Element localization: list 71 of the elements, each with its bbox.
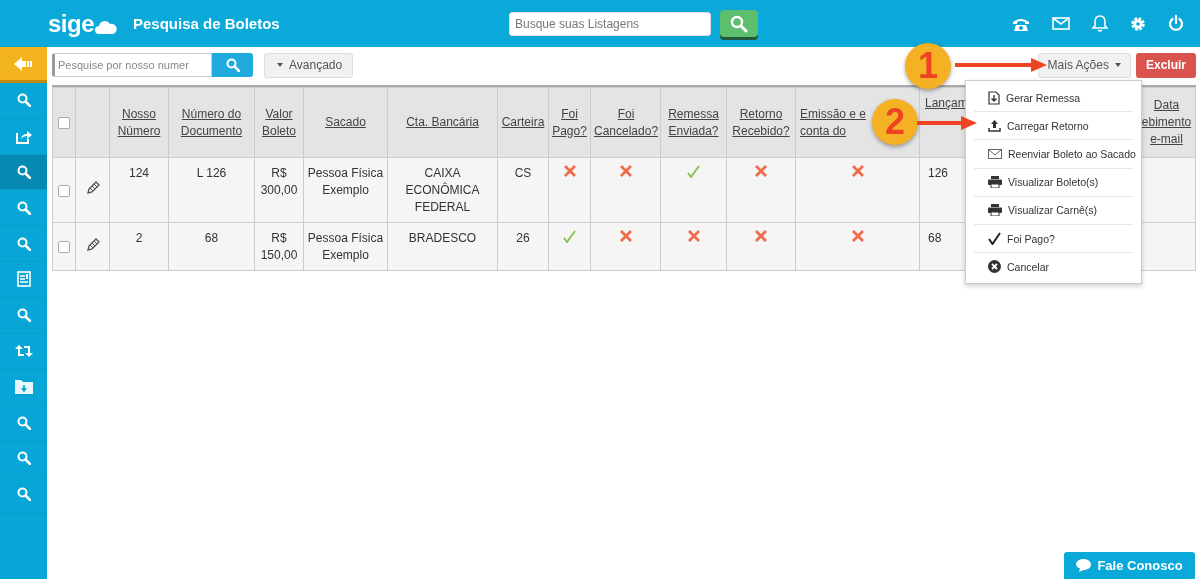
more-actions-button[interactable]: Mais Ações: [1037, 52, 1131, 78]
table-cell: R$ 300,00: [260, 166, 298, 197]
table-cell: 124: [129, 166, 149, 180]
column-header[interactable]: Sacado: [325, 114, 366, 131]
search-button[interactable]: [720, 10, 758, 37]
search-icon: [16, 415, 31, 430]
table-cell: Pessoa Física Exemplo: [307, 231, 384, 262]
bell-icon[interactable]: [1092, 15, 1108, 32]
menu-item[interactable]: Carregar Retorno: [974, 112, 1133, 141]
folder-icon: [14, 379, 33, 395]
share-icon: [15, 128, 32, 144]
sidebar-item[interactable]: [0, 154, 47, 191]
upload-icon: [988, 119, 1001, 132]
column-header[interactable]: Data ebimento e-mail: [1141, 97, 1192, 148]
table-cell: Pessoa Física Exemplo: [307, 166, 384, 197]
search-icon: [16, 487, 31, 502]
download-icon: [988, 90, 1000, 105]
table-cell: 26: [516, 231, 530, 245]
printer-icon: [988, 204, 1002, 217]
back-arrow-icon: [13, 56, 34, 71]
checkmark-icon: [988, 232, 1001, 246]
search-field[interactable]: Pesquise por nosso numer: [52, 53, 212, 77]
search-icon: [16, 308, 31, 323]
search-icon: [730, 14, 748, 33]
cloud-icon: [95, 19, 118, 34]
table-cell: 68: [928, 231, 942, 245]
advanced-button[interactable]: Avançado: [264, 52, 354, 78]
column-header[interactable]: Cta. Bancária: [406, 114, 479, 131]
search-button[interactable]: [212, 53, 253, 77]
menu-item[interactable]: Cancelar: [974, 253, 1133, 281]
table-cell: 2: [135, 231, 143, 245]
search-field[interactable]: Busque suas Listagens: [509, 11, 711, 36]
select-all-checkbox[interactable]: [58, 116, 70, 129]
cancel-icon: [988, 260, 1001, 274]
table-cell: BRADESCO: [408, 231, 477, 245]
pencil-icon[interactable]: [85, 181, 100, 195]
chat-bubble-icon: [1076, 559, 1092, 572]
row-checkbox[interactable]: [58, 184, 70, 197]
table-cell: L 126: [196, 166, 227, 180]
phone-icon[interactable]: [1012, 16, 1030, 31]
menu-item[interactable]: Foi Pago?: [974, 224, 1133, 254]
table-cell: R$ 150,00: [260, 231, 298, 262]
column-header[interactable]: Emissão e e conta do: [800, 105, 867, 140]
page-title: Pesquisa de Boletos: [133, 15, 281, 32]
swap-arrows-icon: [14, 344, 33, 357]
search-icon: [16, 451, 31, 466]
power-icon[interactable]: [1168, 15, 1184, 32]
envelope-icon: [988, 148, 1002, 159]
menu-item[interactable]: Gerar Remessa: [974, 84, 1133, 113]
printer-icon: [988, 176, 1002, 189]
menu-item[interactable]: Visualizar Boleto(s): [974, 168, 1133, 197]
table-cell: 68: [204, 231, 219, 245]
search-icon: [16, 93, 31, 108]
logo-text: sige: [48, 11, 95, 36]
settings-icon[interactable]: [1130, 15, 1146, 32]
search-icon: [16, 165, 31, 179]
delete-button[interactable]: Excluir: [1135, 52, 1196, 78]
table-cell: CAIXA ECONÔMICA FEDERAL: [405, 166, 480, 214]
step-badge: 1: [905, 43, 951, 89]
menu-item[interactable]: Visualizar Carnê(s): [974, 196, 1133, 225]
envelope-icon[interactable]: [1052, 17, 1070, 30]
search-icon: [16, 200, 31, 215]
row-checkbox[interactable]: [58, 241, 70, 254]
back-button[interactable]: [0, 47, 47, 83]
search-icon: [16, 236, 31, 251]
pencil-icon[interactable]: [85, 237, 100, 252]
search-icon: [225, 58, 240, 72]
table-cell: CS: [514, 166, 532, 180]
document-icon: [16, 271, 31, 288]
table-cell: 126: [928, 166, 949, 180]
pointer-arrow: [917, 115, 977, 131]
